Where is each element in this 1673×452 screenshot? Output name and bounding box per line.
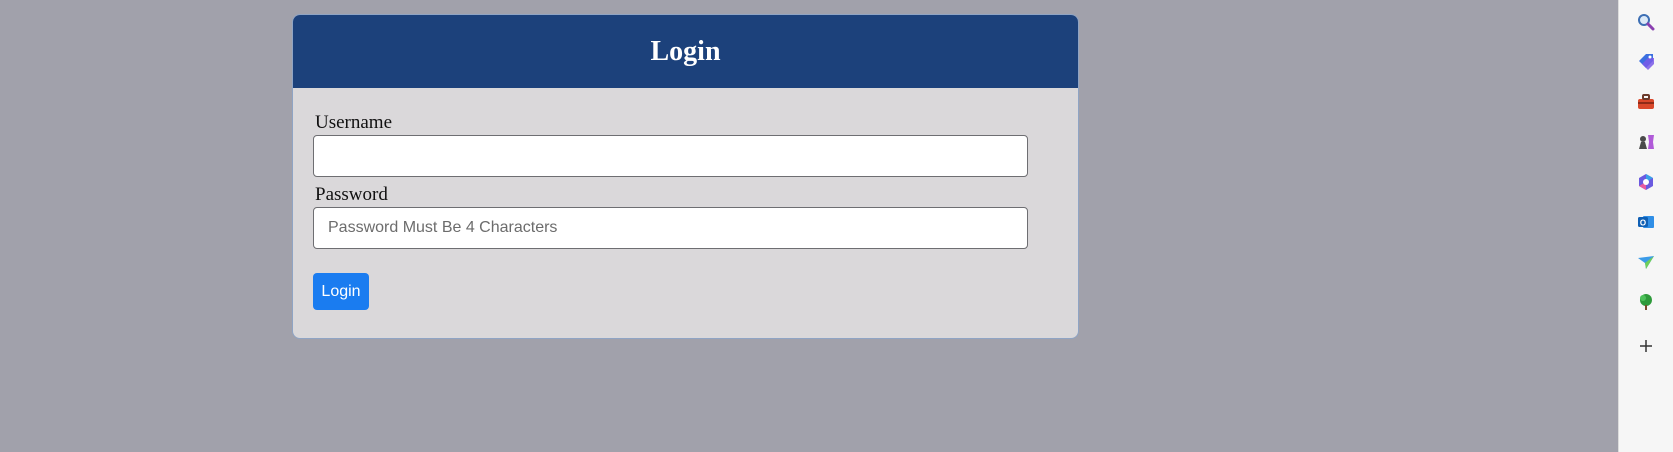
plus-icon[interactable] xyxy=(1636,336,1656,356)
password-input[interactable] xyxy=(313,207,1028,249)
login-card: Login Username Password Login xyxy=(292,14,1079,339)
password-label: Password xyxy=(315,184,388,205)
login-button[interactable]: Login xyxy=(313,273,369,310)
tag-icon[interactable] xyxy=(1636,52,1656,72)
svg-text:O: O xyxy=(1640,219,1646,228)
tree-icon[interactable] xyxy=(1636,292,1656,312)
search-icon[interactable] xyxy=(1636,12,1656,32)
username-input[interactable] xyxy=(313,135,1028,177)
login-title: Login xyxy=(650,35,721,67)
login-header: Login xyxy=(293,15,1078,88)
browser-sidebar: O xyxy=(1618,0,1673,452)
toolbox-icon[interactable] xyxy=(1636,92,1656,112)
copilot-icon[interactable] xyxy=(1636,172,1656,192)
username-label: Username xyxy=(315,112,393,133)
outlook-icon[interactable]: O xyxy=(1636,212,1656,232)
send-icon[interactable] xyxy=(1636,252,1656,272)
chess-icon[interactable] xyxy=(1636,132,1656,152)
